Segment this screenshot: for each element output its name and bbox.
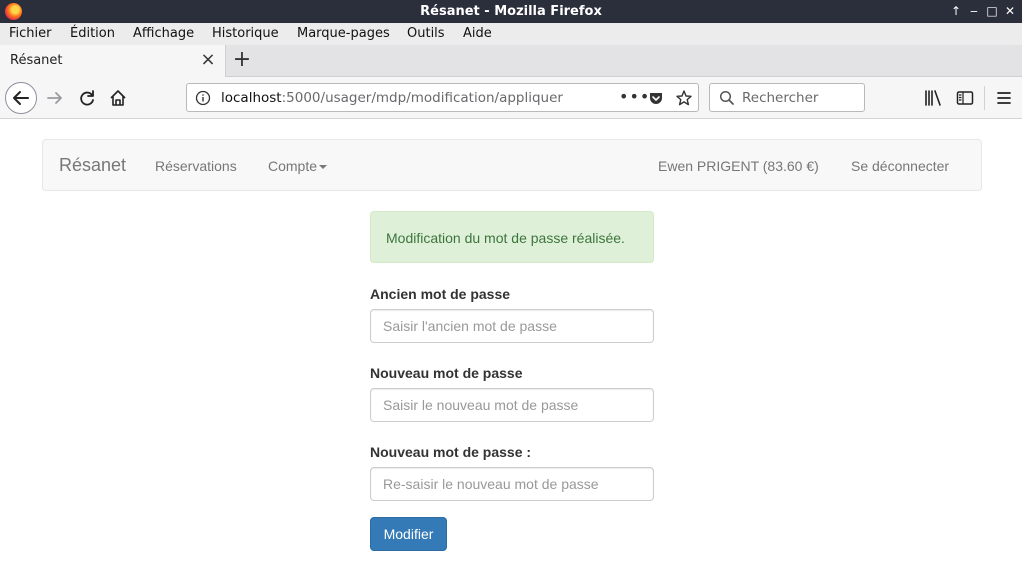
home-icon[interactable]: [107, 87, 129, 109]
new-password-input[interactable]: [370, 388, 654, 422]
old-password-input[interactable]: [370, 309, 654, 343]
menu-marque-pages[interactable]: Marque-pages: [297, 26, 390, 41]
menu-affichage[interactable]: Affichage: [133, 26, 194, 41]
sidebar-icon[interactable]: [954, 87, 976, 109]
toolbar-divider: [984, 86, 985, 110]
search-icon: [719, 90, 734, 105]
confirm-password-label: Nouveau mot de passe :: [370, 444, 532, 460]
arrow-left-icon: [13, 91, 29, 105]
old-password-label: Ancien mot de passe: [370, 286, 511, 302]
tab-strip: Résanet × +: [0, 45, 1022, 77]
nav-compte-dropdown[interactable]: Compte: [268, 158, 328, 174]
url-host: localhost: [221, 90, 282, 106]
nav-logout[interactable]: Se déconnecter: [851, 158, 949, 174]
maximize-button[interactable]: □: [984, 3, 1000, 19]
page-content: Résanet Réservations Compte Ewen PRIGENT…: [0, 120, 1022, 577]
search-bar[interactable]: Rechercher: [709, 83, 865, 112]
page-actions-icon[interactable]: •••: [619, 87, 650, 106]
menu-bar: Fichier Édition Affichage Historique Mar…: [0, 23, 1022, 45]
reload-icon[interactable]: [76, 87, 98, 109]
back-button[interactable]: [5, 82, 37, 114]
library-icon[interactable]: [922, 87, 944, 109]
window-title: Résanet - Mozilla Firefox: [420, 4, 602, 19]
site-navbar: Résanet Réservations Compte Ewen PRIGENT…: [42, 139, 982, 191]
password-form: Modification du mot de passe réalisée. A…: [370, 211, 654, 551]
success-alert: Modification du mot de passe réalisée.: [370, 211, 654, 263]
forward-icon[interactable]: [44, 87, 66, 109]
url-path: :5000/usager/mdp/modification/appliquer: [281, 90, 563, 106]
pocket-icon[interactable]: [648, 90, 664, 106]
menu-aide[interactable]: Aide: [463, 26, 492, 41]
bookmark-star-icon[interactable]: [675, 89, 693, 107]
nav-toolbar: localhost:5000/usager/mdp/modification/a…: [0, 77, 1022, 119]
site-brand[interactable]: Résanet: [59, 155, 126, 176]
search-placeholder: Rechercher: [742, 90, 819, 106]
new-tab-button[interactable]: +: [230, 49, 254, 73]
submit-button[interactable]: Modifier: [370, 517, 447, 551]
window-titlebar: Résanet - Mozilla Firefox ↑ ‒ □ ✕: [0, 0, 1022, 23]
nav-compte-label: Compte: [268, 158, 318, 174]
close-window-button[interactable]: ✕: [1002, 3, 1018, 19]
new-password-label: Nouveau mot de passe: [370, 365, 523, 381]
caret-down-icon: [319, 165, 328, 170]
menu-outils[interactable]: Outils: [407, 26, 445, 41]
keep-above-icon[interactable]: ↑: [948, 3, 964, 19]
url-bar[interactable]: localhost:5000/usager/mdp/modification/a…: [186, 83, 699, 112]
minimize-button[interactable]: ‒: [966, 3, 982, 19]
nav-reservations[interactable]: Réservations: [155, 158, 237, 174]
hamburger-menu-icon[interactable]: [993, 87, 1015, 109]
menu-fichier[interactable]: Fichier: [9, 26, 52, 41]
tab-title: Résanet: [10, 53, 63, 68]
url-text: localhost:5000/usager/mdp/modification/a…: [221, 90, 563, 106]
close-tab-icon[interactable]: ×: [200, 50, 216, 70]
nav-user-balance[interactable]: Ewen PRIGENT (83.60 €): [658, 158, 819, 174]
info-icon[interactable]: [195, 90, 211, 106]
menu-historique[interactable]: Historique: [212, 26, 279, 41]
confirm-password-input[interactable]: [370, 467, 654, 501]
tab-resanet[interactable]: Résanet ×: [0, 45, 226, 77]
menu-edition[interactable]: Édition: [70, 26, 115, 41]
